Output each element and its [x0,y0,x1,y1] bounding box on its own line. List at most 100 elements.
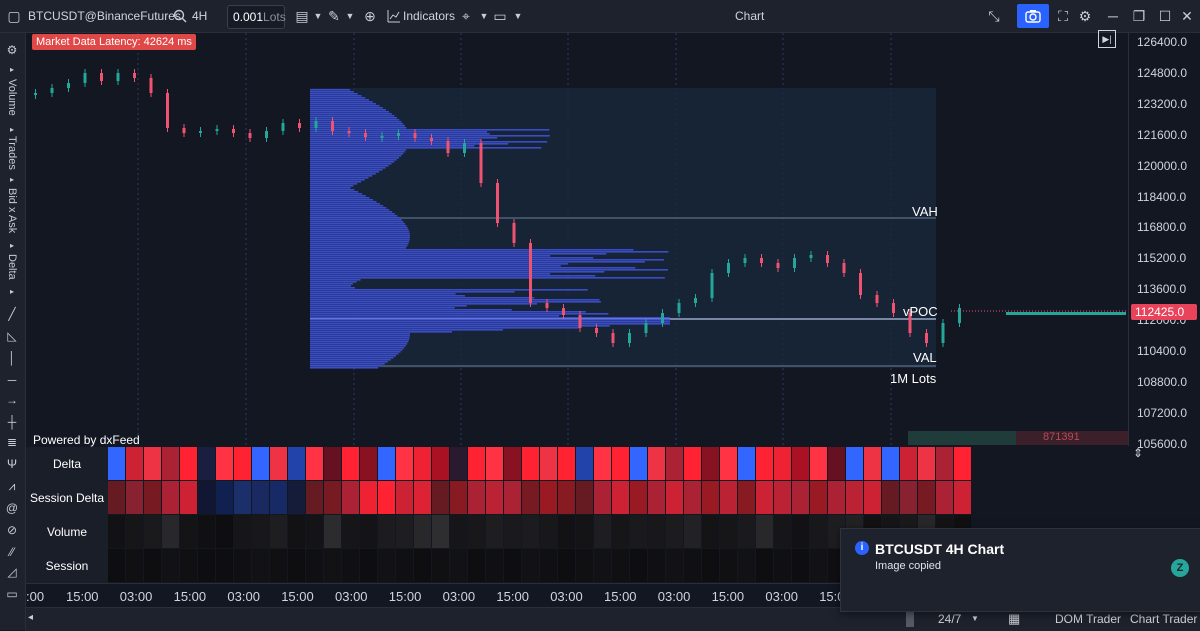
grid-cell [378,515,395,548]
price-axis[interactable]: 126400.0 124800.0 123200.0 121600.0 120000.0… [1128,33,1200,451]
grid-cell [270,515,287,548]
brush-icon[interactable]: ⁄⁄ [2,543,22,561]
symbol-selector[interactable]: BTCUSDT@BinanceFutures [28,0,181,32]
grid-cell [810,515,827,548]
zoom-icon[interactable]: ⊕ [360,6,380,26]
gann-icon[interactable]: @ [2,499,22,517]
ruler-icon[interactable]: ⊘ [2,521,22,539]
grid-cell [576,481,593,514]
grid-cell [774,481,791,514]
maximize-icon[interactable]: ☐ [1155,6,1175,26]
price-chart[interactable] [26,33,1128,446]
volume-profile-bar [310,183,358,185]
grid-cell [414,515,431,548]
trendline-icon[interactable]: ╱ [2,305,22,323]
delta-row: Delta [26,447,972,482]
candle-body [925,333,928,343]
candle-body [859,273,862,295]
volume-profile-bar [310,297,535,299]
horizontal-line-icon[interactable]: ─ [2,371,22,389]
grid-cell [126,549,143,582]
scroll-to-realtime-icon[interactable]: ▶| [1098,30,1116,48]
notification-toast[interactable]: i BTCUSDT 4H Chart Image copied Z [840,528,1200,612]
volume-profile-bar [310,117,397,119]
collapse-icon[interactable]: ⤡ [984,6,1004,26]
dom-trader-button[interactable]: DOM Trader [1055,612,1121,626]
volume-profile-bar [310,277,665,279]
volume-profile-bar [310,149,407,151]
grid-cell [108,515,125,548]
grid-cell [306,481,323,514]
volume-profile-bar [310,365,382,367]
close-icon[interactable]: ✕ [1177,6,1197,26]
triangle-icon[interactable]: ◺ [2,327,22,345]
volume-profile-bar [310,271,605,273]
arrow-icon[interactable]: → [2,391,22,409]
grid-cell [144,447,161,480]
grid-cell [936,447,953,480]
candle-body [793,258,796,268]
lots-input[interactable]: 0.001Lots [227,5,286,29]
vpoc-label: vPOC [903,304,938,319]
settings-icon[interactable]: ⚙ [1075,6,1095,26]
pitchfork-icon[interactable]: Ψ [2,455,22,473]
grid-cell [486,515,503,548]
minimize-icon[interactable]: ─ [1103,6,1123,26]
interval-selector[interactable]: 4H [192,0,207,32]
shape-icon[interactable]: ◿ [2,563,22,581]
window-icon[interactable]: ▢ [4,6,24,26]
scrollbar-handle[interactable] [906,611,914,627]
grid-cell [702,549,719,582]
volume-profile-bar [310,187,351,189]
volume-profile-bar [310,329,503,331]
camera-icon[interactable] [1017,4,1049,28]
delta-volume-grid: DeltaSession DeltaVolumeSession Volume [26,447,972,607]
tab-volume[interactable]: Volume [2,75,22,119]
search-icon[interactable] [170,6,190,26]
chevron-down-icon[interactable]: ▼ [508,6,528,26]
session-selector[interactable]: 24/7 [938,612,961,626]
cross-icon[interactable]: ┼ [2,413,22,431]
volume-profile-bar [310,231,410,233]
candle-body [67,83,70,88]
tab-delta[interactable]: Delta [2,251,22,283]
chart-trader-button[interactable]: Chart Trader [1130,612,1197,626]
volume-profile-bar [310,247,407,249]
chevron-down-icon[interactable]: ▼ [340,6,360,26]
grid-cell [162,549,179,582]
axis-scale-icon[interactable]: ⇕ [1133,446,1143,460]
path-icon[interactable]: ⩘ [2,477,22,495]
scroll-left-icon[interactable]: ◂ [28,612,33,623]
volume-profile-bar [310,331,453,333]
crosshair-icon[interactable]: ⌖ [456,6,476,26]
time-axis-label: 03:00 [765,589,798,604]
fib-icon[interactable]: ≣ [2,433,22,451]
fullscreen-icon[interactable]: ⛶ [1053,6,1073,26]
indicators-icon[interactable] [384,6,404,26]
volume-profile-bar [310,307,455,309]
templates-icon[interactable]: ▭ [490,6,510,26]
toast-title: BTCUSDT 4H Chart [875,541,1005,557]
candle-body [83,73,87,83]
tab-trades[interactable]: Trades [2,135,22,171]
grid-cell [684,447,701,480]
calendar-icon[interactable]: ▦ [1008,611,1020,627]
chevron-down-icon[interactable]: ▼ [971,614,979,623]
volume-profile-bar [310,123,404,125]
chevron-right-icon[interactable]: ▸ [2,283,22,301]
tab-bid-ask[interactable]: Bid x Ask [2,185,22,237]
volume-profile-bar [310,305,467,307]
settings-icon[interactable]: ⚙ [2,41,22,59]
price-axis-label: 115200.0 [1137,251,1187,266]
grid-cell [468,447,485,480]
candle-body [826,255,829,263]
indicators-button[interactable]: Indicators [403,0,455,32]
eraser-icon[interactable]: ▭ [2,585,22,603]
grid-cell [630,481,647,514]
candle-body [809,255,813,258]
vertical-line-icon[interactable]: │ [2,349,22,367]
volume-profile-bar [310,289,588,291]
grid-cell [828,447,845,480]
volume-profile-bar [310,203,380,205]
restore-icon[interactable]: ❐ [1129,6,1149,26]
